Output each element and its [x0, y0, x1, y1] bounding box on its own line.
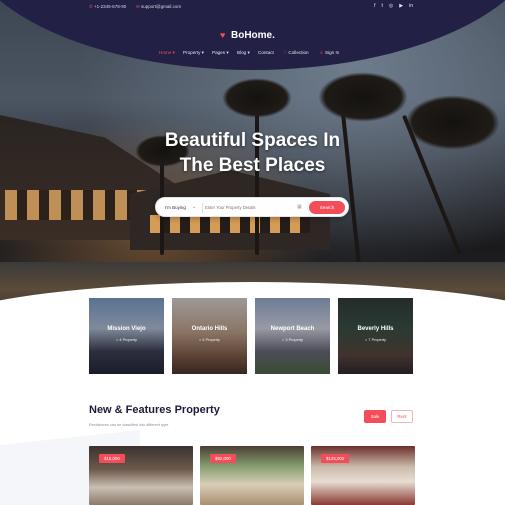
search-mode-select[interactable]: I'm Buying: [165, 205, 186, 210]
property-search-bar: I'm Buying ⌄ ▦ Search: [155, 197, 349, 217]
city-overlay: [255, 298, 330, 374]
city-count-label: 3 Property: [285, 338, 303, 342]
palm-tree-crown: [318, 72, 408, 122]
city-name: Ontario Hills: [191, 326, 228, 332]
twitter-icon[interactable]: t: [381, 3, 382, 9]
top-bar: ✆ +1-2345-678-90 ✉ support@gmail.com f t…: [0, 0, 505, 14]
house-heart-icon: ♥: [220, 30, 226, 40]
logo-text: BoHome.: [231, 30, 275, 41]
city-card[interactable]: Beverly Hills ⌂ 7 Property: [338, 298, 413, 374]
phone-contact[interactable]: ✆ +1-2345-678-90: [89, 4, 126, 10]
hero-building-center-lights: [150, 215, 310, 233]
hero-title: Beautiful Spaces In The Best Places: [0, 128, 505, 178]
city-name: Beverly Hills: [357, 326, 394, 332]
chevron-down-icon: ▾: [226, 50, 229, 55]
nav-contact-label: Contact: [258, 50, 274, 55]
search-divider: [202, 203, 203, 213]
nav-contact[interactable]: Contact: [258, 50, 274, 55]
city-card[interactable]: Mission Viejo ⌂ 4 Property: [89, 298, 164, 374]
search-button[interactable]: Search: [309, 201, 345, 214]
city-name: Mission Viejo: [107, 326, 146, 332]
nav-property[interactable]: Property ▾: [183, 50, 204, 56]
property-price-badge: $125,000: [321, 454, 350, 463]
page: ✆ +1-2345-678-90 ✉ support@gmail.com f t…: [0, 0, 505, 505]
chevron-down-icon: ▾: [201, 50, 204, 55]
nav-collection-label: Collection: [288, 50, 309, 55]
filter-grid-icon[interactable]: ▦: [297, 204, 302, 210]
email-address: support@gmail.com: [141, 4, 182, 9]
nav-signin[interactable]: ☺ Sign In: [319, 50, 339, 55]
nav-property-label: Property: [183, 50, 201, 55]
youtube-icon[interactable]: ▶: [399, 3, 403, 9]
nav-home-label: Home: [159, 50, 172, 55]
palm-tree-crown: [222, 78, 292, 118]
phone-icon: ✆: [89, 4, 93, 9]
property-price-badge: $15,000: [99, 454, 125, 463]
hero-section: ✆ +1-2345-678-90 ✉ support@gmail.com f t…: [0, 0, 505, 330]
nav-pages[interactable]: Pages ▾: [212, 50, 229, 56]
phone-number: +1-2345-678-90: [94, 4, 127, 9]
city-cards: Mission Viejo ⌂ 4 Property Ontario Hills…: [89, 298, 414, 374]
email-contact[interactable]: ✉ support@gmail.com: [136, 4, 181, 10]
nav-collection[interactable]: ♡ Collection: [283, 50, 309, 56]
sale-filter-button[interactable]: Sale: [364, 410, 386, 423]
city-count: ⌂ 4 Property: [116, 338, 137, 342]
nav-blog[interactable]: Blog ▾: [237, 50, 250, 56]
facebook-icon[interactable]: f: [374, 3, 375, 9]
user-icon: ☺: [319, 50, 324, 55]
city-count: ⌂ 7 Property: [365, 338, 386, 342]
city-card[interactable]: Newport Beach ⌂ 3 Property: [255, 298, 330, 374]
main-menu: Home ▾ Property ▾ Pages ▾ Blog ▾ Contact…: [0, 50, 505, 58]
city-count-label: 4 Property: [119, 338, 137, 342]
hero-title-line-2: The Best Places: [179, 155, 326, 176]
mail-icon: ✉: [136, 4, 140, 9]
property-search-input[interactable]: [205, 202, 295, 213]
chevron-down-icon: ▾: [172, 50, 175, 55]
hero-title-line-1: Beautiful Spaces In: [164, 130, 341, 151]
rent-filter-button[interactable]: Rent: [391, 410, 413, 423]
nav-signin-label: Sign In: [324, 50, 340, 55]
city-overlay: [89, 298, 164, 374]
featured-section-subtitle: Residences can be classified into differ…: [89, 423, 170, 427]
property-price-badge: $92,000: [210, 454, 236, 463]
linkedin-icon[interactable]: in: [409, 3, 413, 9]
city-count: ⌂ 3 Property: [282, 338, 303, 342]
heart-icon: ♡: [283, 50, 288, 55]
city-name: Newport Beach: [270, 326, 315, 332]
property-card[interactable]: $125,000: [311, 446, 415, 505]
property-card[interactable]: $15,000: [89, 446, 193, 505]
featured-section-title: New & Features Property: [89, 404, 220, 416]
instagram-icon[interactable]: ◎: [389, 3, 393, 9]
city-count-label: 7 Property: [368, 338, 386, 342]
site-logo[interactable]: ♥ BoHome.: [220, 30, 275, 41]
nav-home[interactable]: Home ▾: [159, 50, 175, 56]
chevron-down-icon: ▾: [247, 50, 250, 55]
nav-blog-label: Blog: [237, 50, 247, 55]
city-card[interactable]: Ontario Hills ⌂ 6 Property: [172, 298, 247, 374]
nav-pages-label: Pages: [212, 50, 226, 55]
city-overlay: [338, 298, 413, 374]
city-overlay: [172, 298, 247, 374]
chevron-down-icon[interactable]: ⌄: [192, 204, 196, 210]
city-count: ⌂ 6 Property: [199, 338, 220, 342]
city-count-label: 6 Property: [202, 338, 220, 342]
social-links: f t ◎ ▶ in: [374, 3, 413, 9]
property-card[interactable]: $92,000: [200, 446, 304, 505]
